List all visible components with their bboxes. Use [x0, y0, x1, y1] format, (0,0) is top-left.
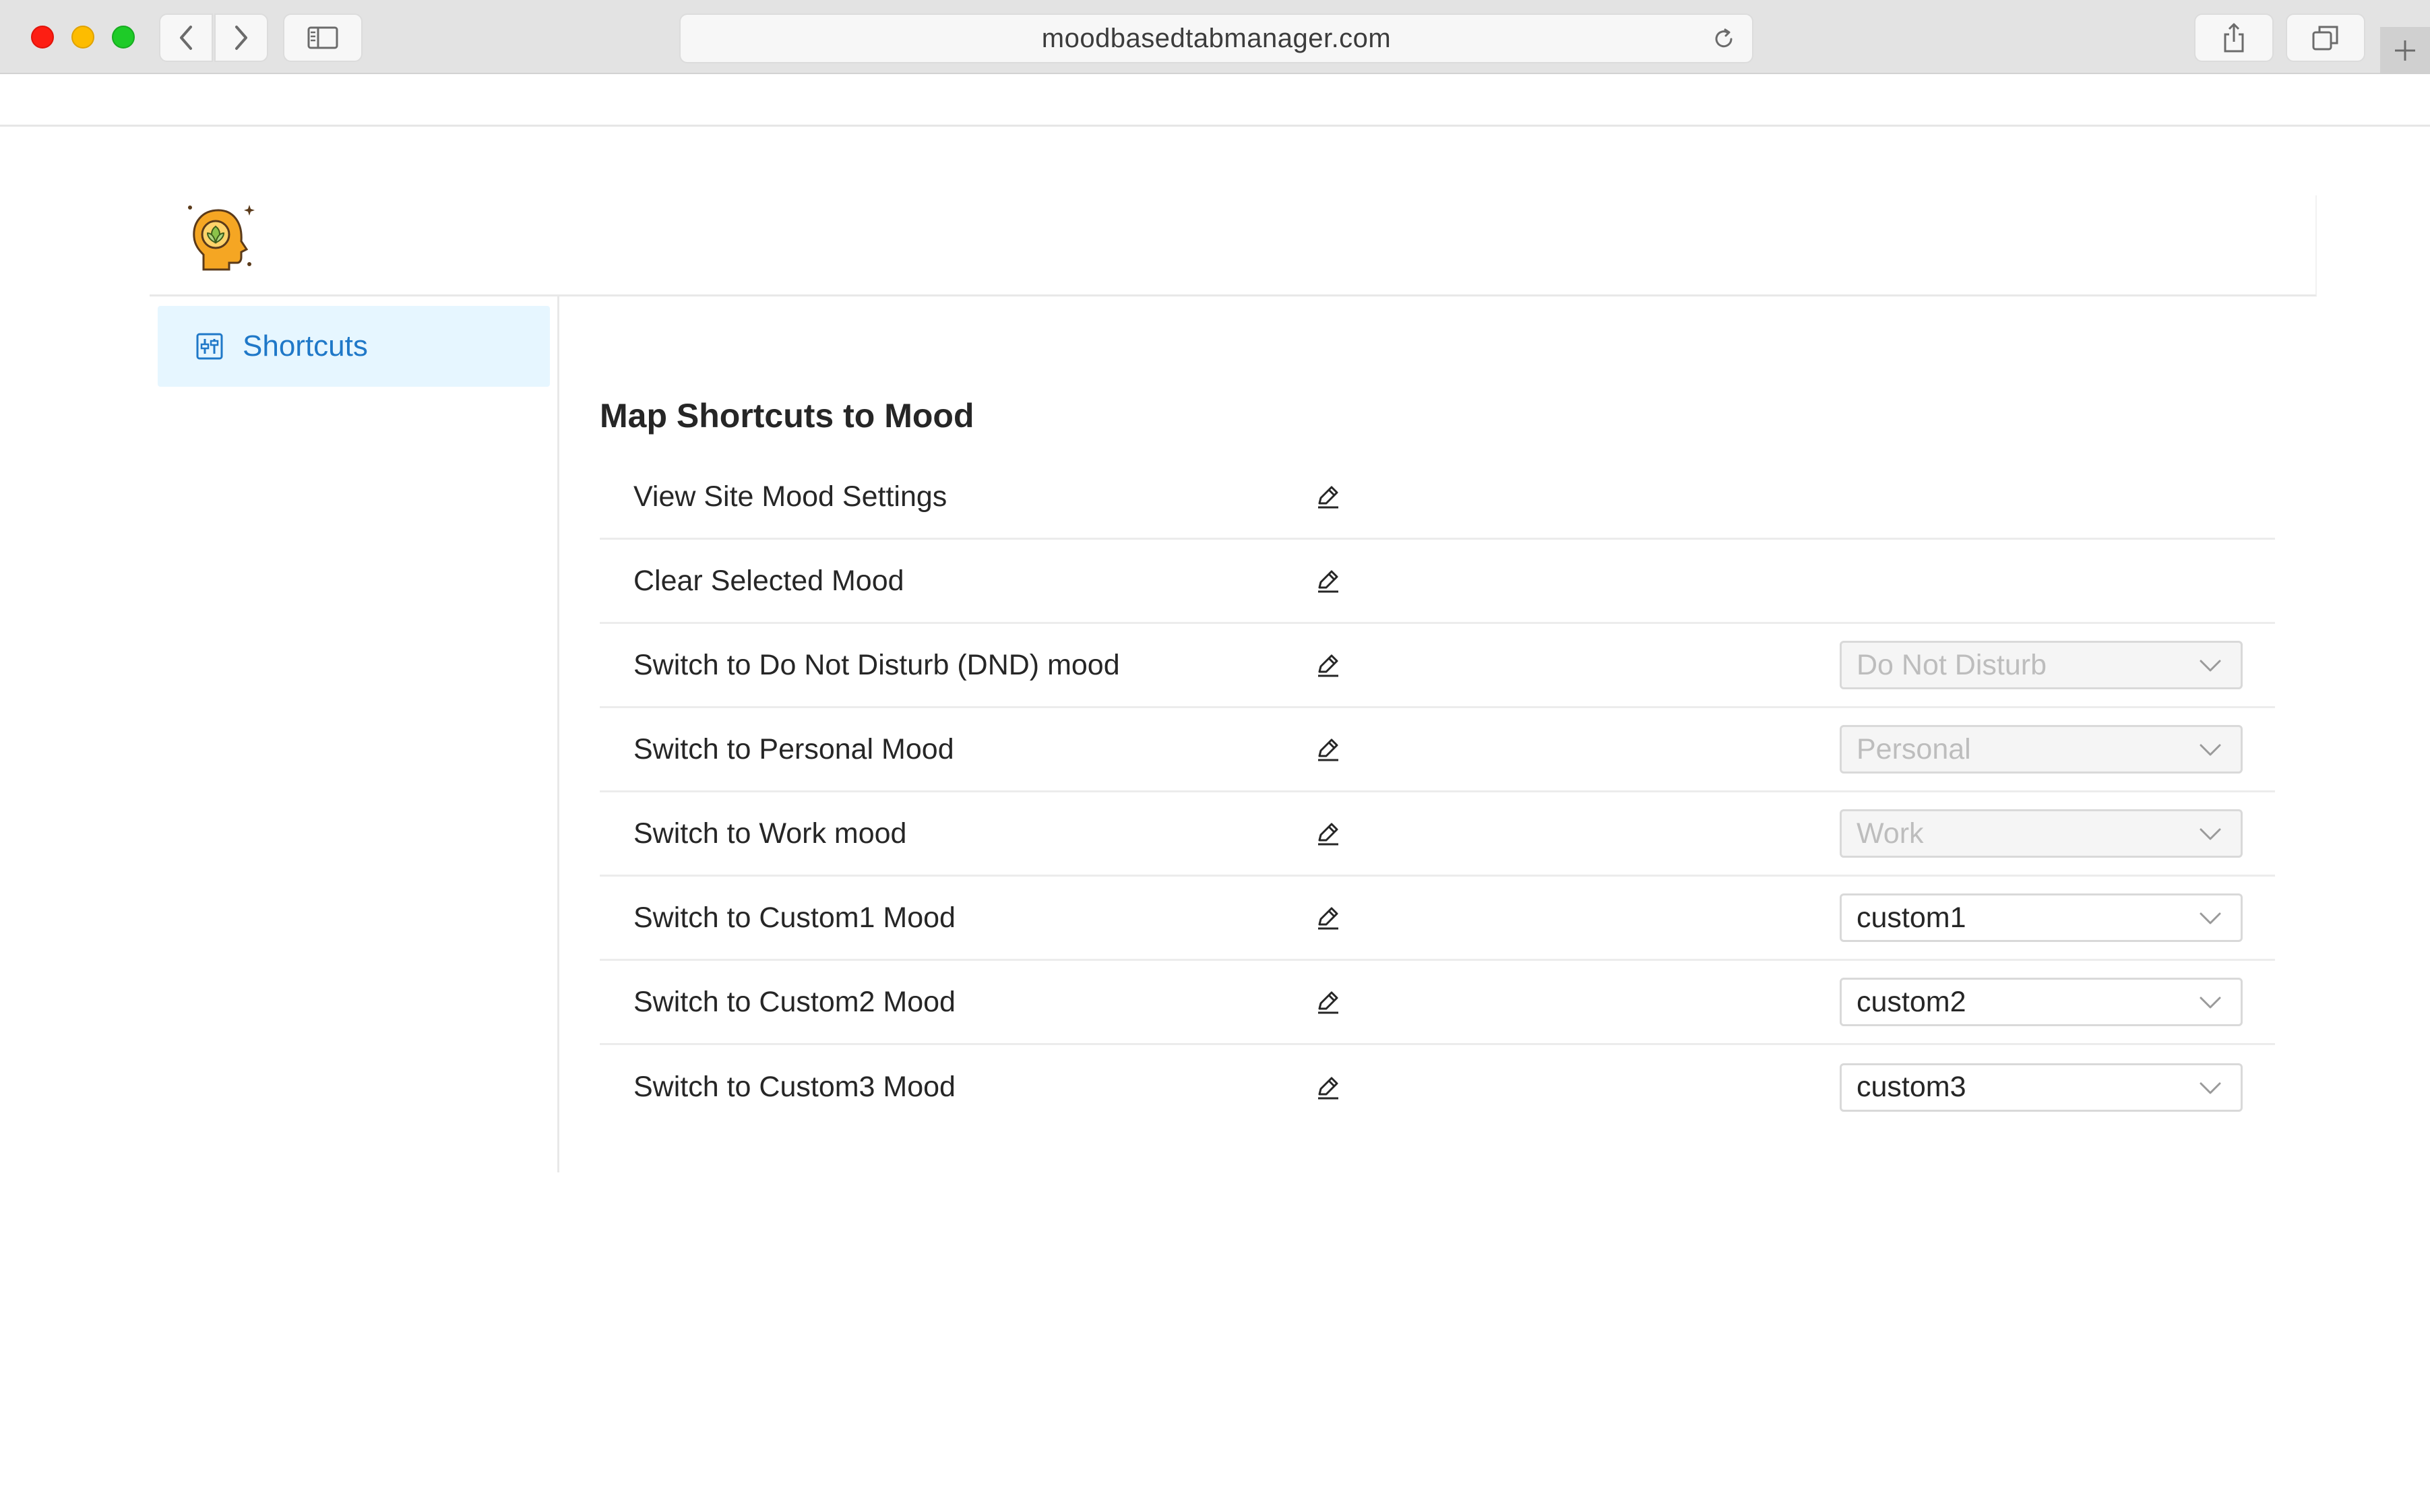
- tab-overview-button[interactable]: [2286, 13, 2365, 62]
- plus-icon: [2395, 40, 2415, 61]
- chevron-down-icon: [2199, 909, 2222, 928]
- edit-pencil-icon[interactable]: [1313, 819, 1342, 848]
- mood-select-value: custom2: [1857, 985, 1966, 1018]
- close-window-button[interactable]: [31, 26, 54, 49]
- new-tab-button[interactable]: [2380, 27, 2430, 74]
- chevron-down-icon: [2199, 741, 2222, 759]
- mood-select-value: custom3: [1857, 1071, 1966, 1103]
- mood-select-value: Do Not Disturb: [1857, 648, 2047, 681]
- sidebar: Shortcuts: [150, 296, 559, 1172]
- chevron-down-icon: [2199, 993, 2222, 1012]
- shortcut-label: Clear Selected Mood: [633, 564, 904, 597]
- mind-leaf-logo-icon: [185, 202, 259, 276]
- zoom-window-button[interactable]: [112, 26, 135, 49]
- sidebar-item-shortcuts[interactable]: Shortcuts: [158, 306, 550, 387]
- share-icon: [2224, 23, 2244, 53]
- chevron-left-icon: [180, 26, 192, 50]
- edit-pencil-icon[interactable]: [1313, 987, 1342, 1017]
- mood-select: Personal: [1840, 725, 2243, 774]
- edit-pencil-icon[interactable]: [1313, 566, 1342, 596]
- shortcut-row: Switch to Custom3 Mood custom3: [600, 1045, 2275, 1129]
- shortcut-label: Switch to Personal Mood: [633, 732, 954, 765]
- shortcut-label: Switch to Custom1 Mood: [633, 901, 956, 934]
- mood-select[interactable]: custom3: [1840, 1063, 2243, 1112]
- shortcut-row: Switch to Personal Mood Personal: [600, 708, 2275, 792]
- mood-select-value: Work: [1857, 817, 1924, 850]
- sidebar-item-label: Shortcuts: [243, 329, 368, 363]
- shortcut-label: Switch to Custom3 Mood: [633, 1071, 956, 1103]
- edit-pencil-icon[interactable]: [1313, 903, 1342, 933]
- mood-select-value: custom1: [1857, 901, 1966, 934]
- chevron-down-icon: [2199, 825, 2222, 844]
- shortcut-label: Switch to Do Not Disturb (DND) mood: [633, 648, 1120, 681]
- shortcut-label: Switch to Custom2 Mood: [633, 985, 956, 1018]
- main-content: Map Shortcuts to Mood View Site Mood Set…: [600, 296, 2276, 1172]
- share-button[interactable]: [2194, 13, 2274, 62]
- shortcut-row: Switch to Custom2 Mood custom2: [600, 961, 2275, 1045]
- browser-toolbar: moodbasedtabmanager.com: [0, 0, 2430, 74]
- mood-select[interactable]: custom2: [1840, 978, 2243, 1026]
- shortcut-label: View Site Mood Settings: [633, 480, 947, 513]
- back-button[interactable]: [159, 13, 213, 62]
- shortcut-row: Clear Selected Mood: [600, 540, 2275, 624]
- app-header: [150, 195, 2317, 296]
- forward-button[interactable]: [214, 13, 268, 62]
- chevron-down-icon: [2199, 656, 2222, 675]
- edit-pencil-icon[interactable]: [1313, 734, 1342, 764]
- mood-select[interactable]: custom1: [1840, 893, 2243, 942]
- shortcut-row: Switch to Work mood Work: [600, 792, 2275, 877]
- bookmarks-bar: [0, 74, 2430, 127]
- address-bar[interactable]: moodbasedtabmanager.com: [679, 13, 1753, 63]
- edit-pencil-icon[interactable]: [1313, 1073, 1342, 1102]
- tabs-icon: [2312, 26, 2338, 51]
- shortcut-row: View Site Mood Settings: [600, 455, 2275, 540]
- page-title: Map Shortcuts to Mood: [600, 397, 974, 435]
- shortcut-label: Switch to Work mood: [633, 817, 907, 850]
- sidebar-toggle-button[interactable]: [283, 13, 363, 62]
- chevron-right-icon: [235, 26, 247, 50]
- shortcut-list: View Site Mood Settings Clear Selected Mo…: [600, 455, 2275, 1129]
- reload-icon[interactable]: [1710, 26, 1737, 56]
- minimize-window-button[interactable]: [71, 26, 94, 49]
- shortcut-row: Switch to Do Not Disturb (DND) mood Do No…: [600, 624, 2275, 708]
- mood-select: Do Not Disturb: [1840, 641, 2243, 689]
- edit-pencil-icon[interactable]: [1313, 650, 1342, 680]
- shortcut-row: Switch to Custom1 Mood custom1: [600, 877, 2275, 961]
- mood-select-value: Personal: [1857, 732, 1971, 765]
- address-url: moodbasedtabmanager.com: [1041, 23, 1392, 53]
- sliders-icon: [196, 333, 223, 360]
- chevron-down-icon: [2199, 1079, 2222, 1098]
- mood-select: Work: [1840, 809, 2243, 858]
- sidebar-icon: [307, 26, 338, 49]
- edit-pencil-icon[interactable]: [1313, 482, 1342, 511]
- app-container: Shortcuts Map Shortcuts to Mood View Sit…: [150, 195, 2317, 1172]
